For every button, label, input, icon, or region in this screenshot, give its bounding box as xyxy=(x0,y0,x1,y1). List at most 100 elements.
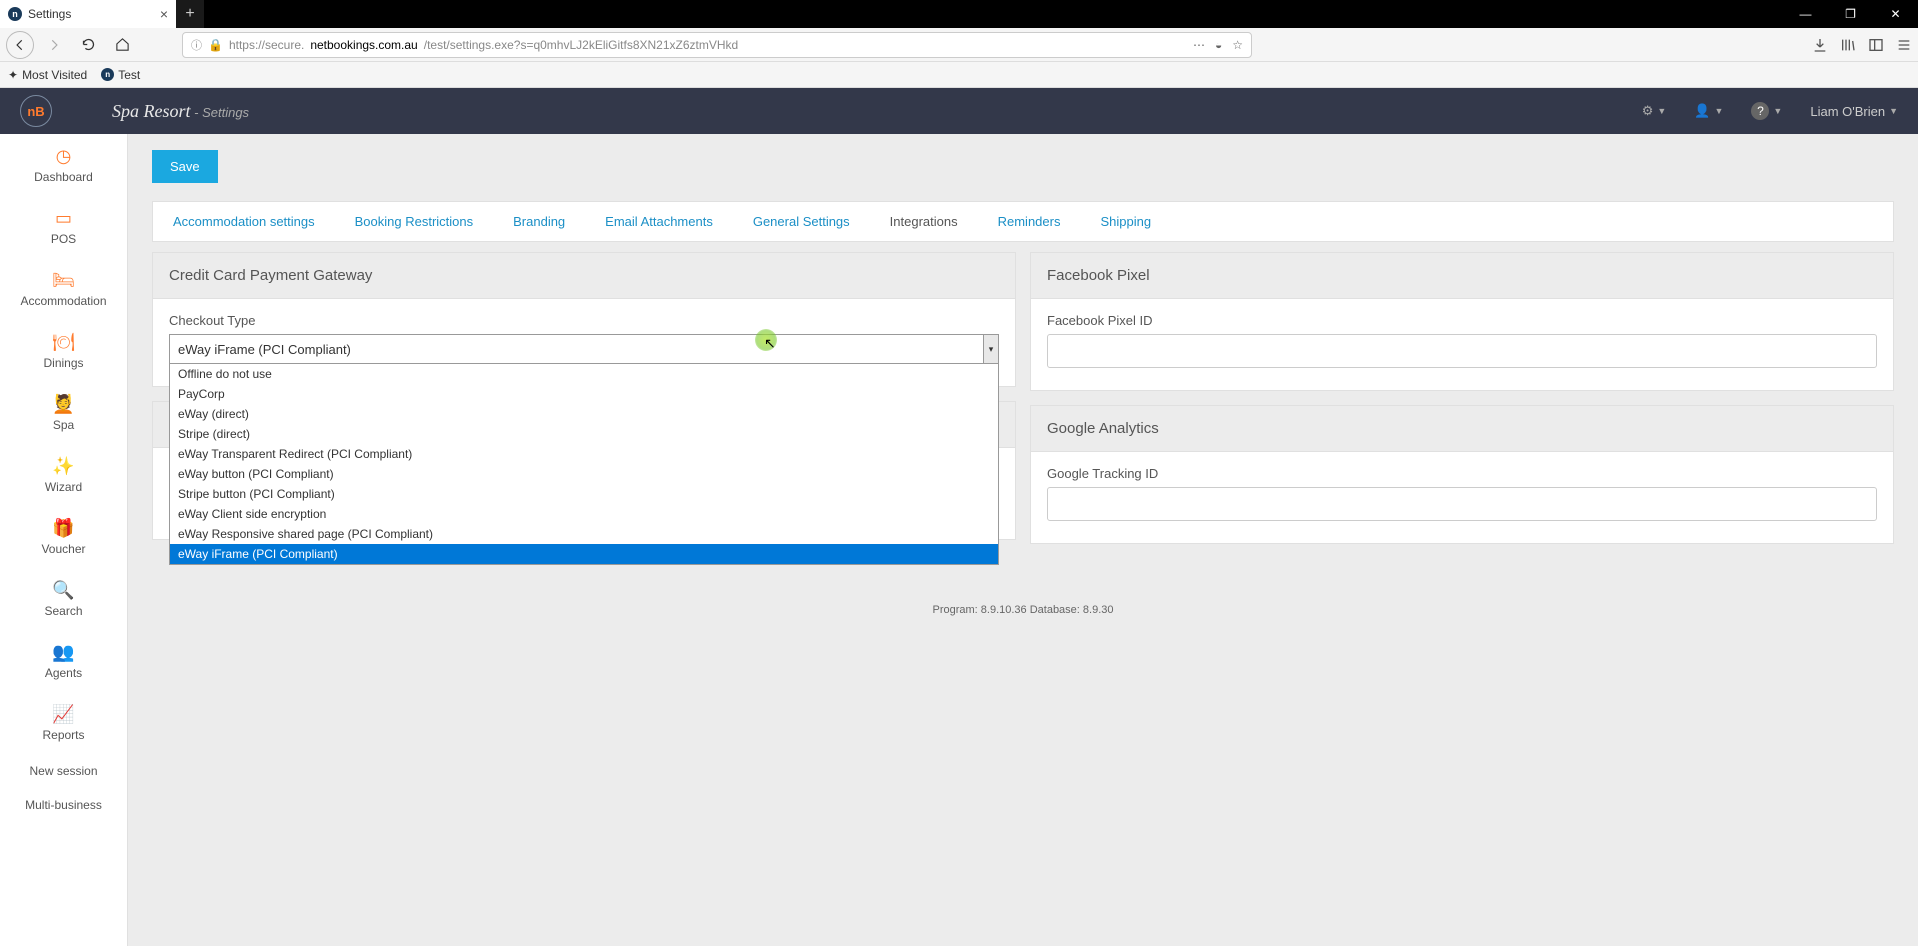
sidebar-item-spa[interactable]: 💆 Spa xyxy=(0,382,127,444)
sidebar-toggle-icon[interactable] xyxy=(1868,37,1884,53)
sidebar-item-label: Multi-business xyxy=(25,798,102,812)
chevron-down-icon: ▼ xyxy=(1889,106,1898,116)
checkout-type-label: Checkout Type xyxy=(169,313,999,328)
window-minimize-icon[interactable]: — xyxy=(1783,0,1828,28)
checkout-type-dropdown: Offline do not usePayCorpeWay (direct)St… xyxy=(169,364,999,565)
lock-icon: 🔒 xyxy=(208,38,223,52)
sidebar-item-agents[interactable]: 👥Agents xyxy=(0,630,127,692)
dropdown-option[interactable]: eWay Transparent Redirect (PCI Compliant… xyxy=(170,444,998,464)
nav-back-button[interactable] xyxy=(6,31,34,59)
header-username-menu[interactable]: Liam O'Brien ▼ xyxy=(1810,104,1898,119)
sidebar-item-label: Wizard xyxy=(45,480,82,494)
sidebar-item-label: Search xyxy=(44,604,82,618)
sidebar-item-reports[interactable]: 📈Reports xyxy=(0,692,127,754)
sidebar-item-label: Accommodation xyxy=(20,294,106,308)
menu-icon[interactable] xyxy=(1896,37,1912,53)
header-user-menu[interactable]: 👤▼ xyxy=(1694,103,1723,119)
dropdown-option[interactable]: eWay iFrame (PCI Compliant) xyxy=(170,544,998,564)
dashboard-icon: ◷ xyxy=(4,146,123,166)
tab-general-settings[interactable]: General Settings xyxy=(733,202,870,241)
site-info-icon[interactable]: ⓘ xyxy=(191,37,202,53)
panel-gateway: Credit Card Payment Gateway Checkout Typ… xyxy=(152,252,1016,387)
bookmark-most-visited[interactable]: ✦ Most Visited xyxy=(8,68,87,82)
dropdown-option[interactable]: Stripe (direct) xyxy=(170,424,998,444)
sidebar-item-label: POS xyxy=(51,232,76,246)
bed-icon: 🛏 xyxy=(4,270,123,290)
sidebar-item-voucher[interactable]: 🎁Voucher xyxy=(0,506,127,568)
sidebar-item-label: Spa xyxy=(53,418,74,432)
bookmark-test[interactable]: n Test xyxy=(101,68,140,82)
tab-shipping[interactable]: Shipping xyxy=(1080,202,1171,241)
dropdown-option[interactable]: eWay Responsive shared page (PCI Complia… xyxy=(170,524,998,544)
sidebar-item-wizard[interactable]: ✨ Wizard xyxy=(0,444,127,506)
browser-tab[interactable]: n Settings × xyxy=(0,0,176,28)
tab-reminders[interactable]: Reminders xyxy=(978,202,1081,241)
save-button[interactable]: Save xyxy=(152,150,218,183)
sidebar-item-label: Voucher xyxy=(41,542,85,556)
facebook-pixel-label: Facebook Pixel ID xyxy=(1047,313,1877,328)
url-bar[interactable]: ⓘ 🔒 https://secure.netbookings.com.au/te… xyxy=(182,32,1252,58)
tab-booking-restrictions[interactable]: Booking Restrictions xyxy=(335,202,494,241)
bookmark-favicon: n xyxy=(101,68,114,81)
pocket-icon[interactable]: ◒ xyxy=(1215,38,1222,52)
sidebar-item-dinings[interactable]: 🍽Dinings xyxy=(0,320,127,382)
star-icon: ✦ xyxy=(8,68,18,82)
more-icon[interactable]: ⋯ xyxy=(1193,38,1205,52)
footer-version: Program: 8.9.10.36 Database: 8.9.30 xyxy=(152,604,1894,616)
browser-toolbar: ⓘ 🔒 https://secure.netbookings.com.au/te… xyxy=(0,28,1918,62)
sidebar: ◷ Dashboard ▭ POS 🛏 Accommodation 🍽Dinings 💆 Spa… xyxy=(0,134,128,946)
sidebar-item-new-session[interactable]: New session xyxy=(0,754,127,788)
ga-tracking-label: Google Tracking ID xyxy=(1047,466,1877,481)
wand-icon: ✨ xyxy=(4,456,123,476)
window-maximize-icon[interactable]: ❐ xyxy=(1828,0,1873,28)
tab-email-attachments[interactable]: Email Attachments xyxy=(585,202,733,241)
brand-logo[interactable]: nB xyxy=(20,95,52,127)
sidebar-item-label: New session xyxy=(29,764,97,778)
panel-header: Credit Card Payment Gateway xyxy=(153,253,1015,299)
sidebar-item-label: Dinings xyxy=(43,356,83,370)
sidebar-item-label: Reports xyxy=(42,728,84,742)
facebook-pixel-input[interactable] xyxy=(1047,334,1877,368)
url-prefix: https://secure. xyxy=(229,38,304,52)
section-title: Settings xyxy=(202,105,249,120)
bookmark-star-icon[interactable]: ☆ xyxy=(1232,38,1243,52)
tab-accommodation-settings[interactable]: Accommodation settings xyxy=(153,202,335,241)
sidebar-item-dashboard[interactable]: ◷ Dashboard xyxy=(0,134,127,196)
dropdown-option[interactable]: PayCorp xyxy=(170,384,998,404)
bookmark-label: Test xyxy=(118,68,140,82)
sidebar-item-search[interactable]: 🔍Search xyxy=(0,568,127,630)
dropdown-option[interactable]: eWay button (PCI Compliant) xyxy=(170,464,998,484)
chevron-down-icon[interactable]: ▾ xyxy=(983,334,999,364)
new-tab-button[interactable]: + xyxy=(176,0,204,28)
dropdown-option[interactable]: eWay Client side encryption xyxy=(170,504,998,524)
sidebar-item-accommodation[interactable]: 🛏 Accommodation xyxy=(0,258,127,320)
tab-integrations[interactable]: Integrations xyxy=(870,202,978,241)
dropdown-option[interactable]: Stripe button (PCI Compliant) xyxy=(170,484,998,504)
downloads-icon[interactable] xyxy=(1812,37,1828,53)
checkout-type-select[interactable]: eWay iFrame (PCI Compliant) xyxy=(169,334,999,364)
pos-icon: ▭ xyxy=(4,208,123,228)
sidebar-item-label: Dashboard xyxy=(34,170,93,184)
spa-icon: 💆 xyxy=(4,394,123,414)
nav-home-button[interactable] xyxy=(108,31,136,59)
bookmark-label: Most Visited xyxy=(22,68,87,82)
dropdown-option[interactable]: eWay (direct) xyxy=(170,404,998,424)
tab-branding[interactable]: Branding xyxy=(493,202,585,241)
user-icon: 👤 xyxy=(1694,103,1710,119)
tab-close-icon[interactable]: × xyxy=(160,6,168,22)
panel-google-analytics: Google Analytics Google Tracking ID xyxy=(1030,405,1894,544)
sidebar-item-pos[interactable]: ▭ POS xyxy=(0,196,127,258)
help-icon: ? xyxy=(1751,102,1769,120)
ga-tracking-input[interactable] xyxy=(1047,487,1877,521)
nav-reload-button[interactable] xyxy=(74,31,102,59)
header-settings-menu[interactable]: ⚙▼ xyxy=(1642,103,1667,119)
sidebar-item-multi-business[interactable]: Multi-business xyxy=(0,788,127,822)
header-help-menu[interactable]: ?▼ xyxy=(1751,102,1782,120)
chevron-down-icon: ▼ xyxy=(1657,106,1666,116)
dropdown-option[interactable]: Offline do not use xyxy=(170,364,998,384)
brand-title: Spa Resort xyxy=(112,101,191,121)
library-icon[interactable] xyxy=(1840,37,1856,53)
window-close-icon[interactable]: ✕ xyxy=(1873,0,1918,28)
gear-icon: ⚙ xyxy=(1642,103,1654,119)
nav-forward-button[interactable] xyxy=(40,31,68,59)
